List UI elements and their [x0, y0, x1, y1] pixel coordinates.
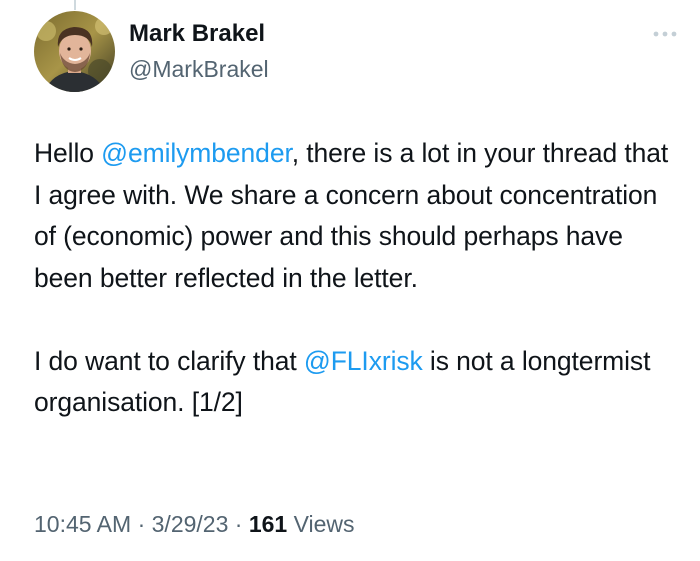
author-name[interactable]: Mark Brakel	[129, 18, 265, 50]
tweet-card: Mark Brakel @MarkBrakel Hello @emilymben…	[0, 0, 700, 561]
more-dots-icon	[653, 31, 677, 37]
tweet-metadata: 10:45 AM · 3/29/23 · 161 Views	[34, 508, 355, 540]
mention-link-emilymbender[interactable]: @emilymbender	[101, 138, 292, 168]
views-label: Views	[287, 511, 355, 537]
tweet-text: Hello @emilymbender, there is a lot in y…	[34, 133, 674, 424]
mention-link-flixrisk[interactable]: @FLIxrisk	[304, 346, 423, 376]
avatar[interactable]	[34, 11, 115, 92]
tweet-time[interactable]: 10:45 AM	[34, 511, 131, 537]
avatar-photo-image	[34, 11, 115, 92]
more-options-button[interactable]	[650, 22, 680, 46]
views-count: 161	[248, 511, 288, 537]
thread-connector-line	[74, 0, 76, 10]
meta-separator: ·	[131, 511, 152, 537]
meta-separator: ·	[228, 511, 249, 537]
tweet-paragraph-2: I do want to clarify that @FLIxrisk is n…	[34, 341, 674, 424]
tweet-text-segment: I do want to clarify that	[34, 345, 304, 376]
author-handle[interactable]: @MarkBrakel	[129, 54, 269, 84]
tweet-paragraph-1: Hello @emilymbender, there is a lot in y…	[34, 133, 674, 299]
tweet-date[interactable]: 3/29/23	[152, 511, 229, 537]
tweet-text-segment: Hello	[34, 138, 102, 168]
